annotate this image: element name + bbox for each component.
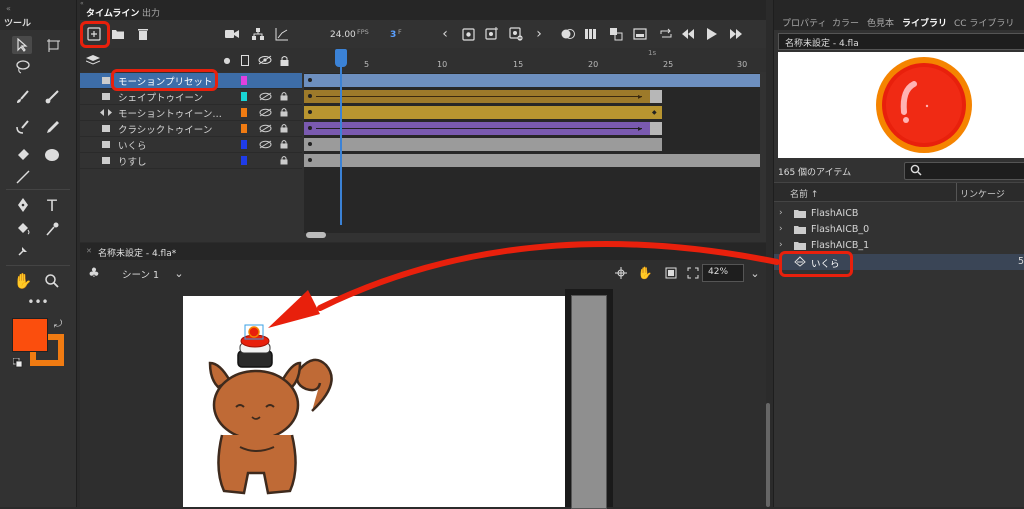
annotation-drag-arrow [268,241,780,328]
